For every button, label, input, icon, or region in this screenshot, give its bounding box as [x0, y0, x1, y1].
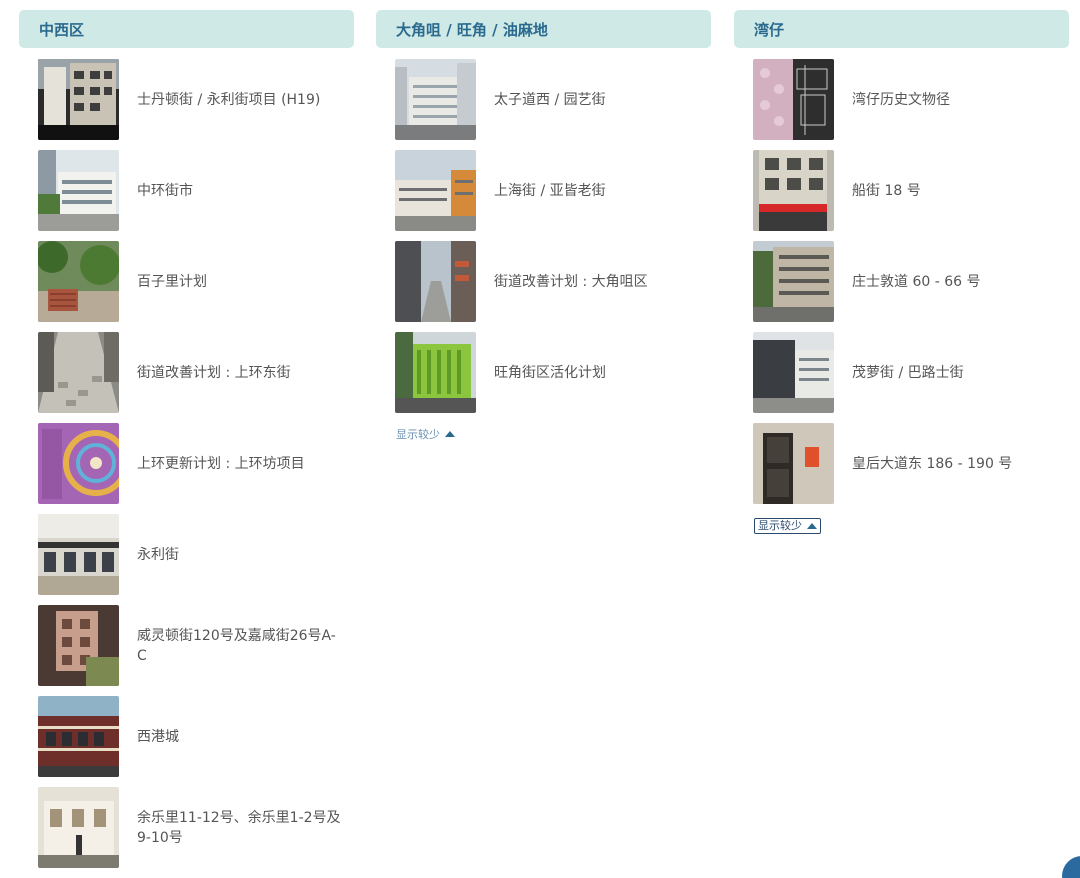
project-thumbnail[interactable]	[38, 241, 119, 322]
project-list: 湾仔历史文物径 船街 18 号 庄士敦道 60 - 66 号 茂萝街 / 巴路士…	[734, 59, 1069, 504]
project-label[interactable]: 百子里计划	[137, 272, 207, 292]
project-item[interactable]: 永利街	[19, 514, 354, 595]
project-item[interactable]: 余乐里11-12号、余乐里1-2号及9-10号	[19, 787, 354, 868]
project-list: 太子道西 / 园艺街 上海街 / 亚皆老街 街道改善计划 : 大角咀区 旺角街区…	[376, 59, 711, 413]
project-thumbnail[interactable]	[395, 332, 476, 413]
project-item[interactable]: 上海街 / 亚皆老街	[376, 150, 711, 231]
district-header[interactable]: 大角咀 / 旺角 / 油麻地	[376, 10, 711, 48]
project-thumbnail[interactable]	[38, 423, 119, 504]
project-label[interactable]: 永利街	[137, 545, 179, 565]
district-column-tai-kok-tsui-mong-kok-yau-ma-tei: 大角咀 / 旺角 / 油麻地 太子道西 / 园艺街 上海街 / 亚皆老街 街道改…	[376, 10, 711, 442]
project-item[interactable]: 士丹顿街 / 永利街项目 (H19)	[19, 59, 354, 140]
project-label[interactable]: 中环街市	[137, 181, 193, 201]
district-column-wan-chai: 湾仔 湾仔历史文物径 船街 18 号 庄士敦道 60 - 66 号 茂萝街 / …	[734, 10, 1069, 534]
project-thumbnail[interactable]	[753, 332, 834, 413]
project-item[interactable]: 威灵顿街120号及嘉咸街26号A-C	[19, 605, 354, 686]
project-label[interactable]: 旺角街区活化计划	[494, 363, 606, 383]
project-thumbnail[interactable]	[38, 514, 119, 595]
project-label[interactable]: 茂萝街 / 巴路士街	[852, 363, 964, 383]
project-item[interactable]: 皇后大道东 186 - 190 号	[734, 423, 1069, 504]
project-thumbnail[interactable]	[753, 423, 834, 504]
project-list: 士丹顿街 / 永利街项目 (H19) 中环街市 百子里计划 街道改善计划 : 上…	[19, 59, 354, 868]
project-item[interactable]: 街道改善计划 : 大角咀区	[376, 241, 711, 322]
project-label[interactable]: 余乐里11-12号、余乐里1-2号及9-10号	[137, 808, 342, 848]
project-thumbnail[interactable]	[395, 150, 476, 231]
caret-up-icon	[807, 523, 817, 529]
project-label[interactable]: 湾仔历史文物径	[852, 90, 950, 110]
project-label[interactable]: 街道改善计划 : 大角咀区	[494, 272, 648, 292]
project-label[interactable]: 威灵顿街120号及嘉咸街26号A-C	[137, 626, 342, 666]
project-thumbnail[interactable]	[753, 59, 834, 140]
project-thumbnail[interactable]	[38, 696, 119, 777]
floating-action-button[interactable]	[1062, 856, 1080, 878]
district-header[interactable]: 中西区	[19, 10, 354, 48]
project-thumbnail[interactable]	[38, 787, 119, 868]
project-label[interactable]: 皇后大道东 186 - 190 号	[852, 454, 1012, 474]
project-label[interactable]: 上海街 / 亚皆老街	[494, 181, 606, 201]
project-label[interactable]: 西港城	[137, 727, 179, 747]
show-less-toggle[interactable]: 显示较少	[754, 518, 821, 534]
project-item[interactable]: 旺角街区活化计划	[376, 332, 711, 413]
project-thumbnail[interactable]	[395, 59, 476, 140]
project-thumbnail[interactable]	[38, 605, 119, 686]
project-item[interactable]: 西港城	[19, 696, 354, 777]
show-less-toggle[interactable]: 显示较少	[396, 426, 455, 442]
district-column-central-western: 中西区 士丹顿街 / 永利街项目 (H19) 中环街市 百子里计划 街道改善计划…	[19, 10, 354, 878]
project-thumbnail[interactable]	[38, 332, 119, 413]
project-label[interactable]: 士丹顿街 / 永利街项目 (H19)	[137, 90, 320, 110]
project-item[interactable]: 庄士敦道 60 - 66 号	[734, 241, 1069, 322]
project-item[interactable]: 街道改善计划 : 上环东街	[19, 332, 354, 413]
project-thumbnail[interactable]	[753, 150, 834, 231]
district-header[interactable]: 湾仔	[734, 10, 1069, 48]
project-item[interactable]: 茂萝街 / 巴路士街	[734, 332, 1069, 413]
show-less-label: 显示较少	[758, 519, 802, 532]
caret-up-icon	[445, 431, 455, 437]
show-less-label: 显示较少	[396, 428, 440, 441]
project-thumbnail[interactable]	[395, 241, 476, 322]
project-label[interactable]: 船街 18 号	[852, 181, 921, 201]
project-label[interactable]: 上环更新计划 : 上环坊项目	[137, 454, 305, 474]
project-item[interactable]: 太子道西 / 园艺街	[376, 59, 711, 140]
project-label[interactable]: 街道改善计划 : 上环东街	[137, 363, 291, 383]
project-item[interactable]: 上环更新计划 : 上环坊项目	[19, 423, 354, 504]
project-item[interactable]: 百子里计划	[19, 241, 354, 322]
project-item[interactable]: 湾仔历史文物径	[734, 59, 1069, 140]
project-thumbnail[interactable]	[753, 241, 834, 322]
project-label[interactable]: 太子道西 / 园艺街	[494, 90, 606, 110]
project-label[interactable]: 庄士敦道 60 - 66 号	[852, 272, 980, 292]
project-thumbnail[interactable]	[38, 150, 119, 231]
project-item[interactable]: 船街 18 号	[734, 150, 1069, 231]
project-thumbnail[interactable]	[38, 59, 119, 140]
project-item[interactable]: 中环街市	[19, 150, 354, 231]
